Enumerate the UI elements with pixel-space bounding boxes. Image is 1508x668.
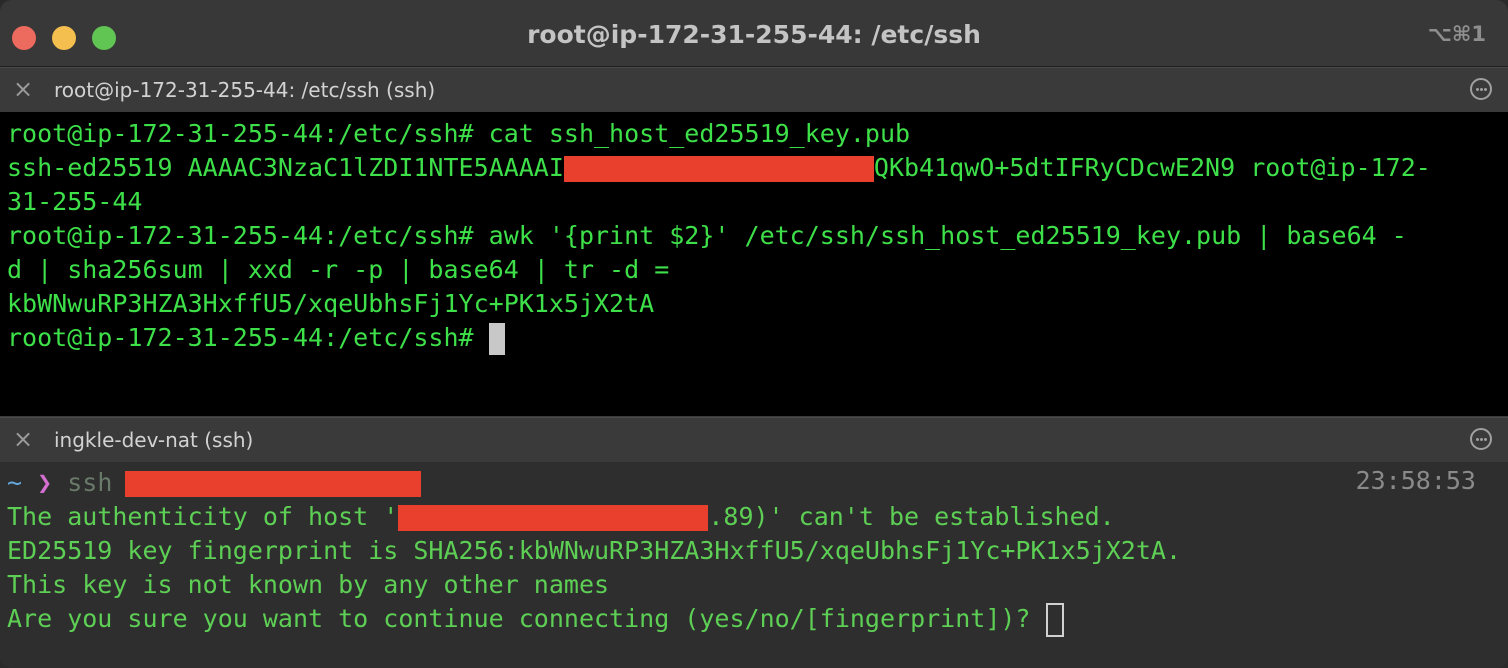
prompt-text: root@ip-172-31-255-44:/etc/ssh# (7, 323, 489, 352)
title-bar: root@ip-172-31-255-44: /etc/ssh ⌥⌘1 (0, 0, 1508, 67)
terminal-pane-top[interactable]: root@ip-172-31-255-44:/etc/ssh# cat ssh_… (0, 112, 1508, 418)
window-shortcut: ⌥⌘1 (1427, 22, 1486, 46)
terminal-line: root@ip-172-31-255-44:/etc/ssh# (7, 321, 505, 355)
window-title: root@ip-172-31-255-44: /etc/ssh (527, 20, 981, 49)
prompt-question: Are you sure you want to continue connec… (7, 604, 1046, 633)
terminal-text: The authenticity of host ' (7, 502, 399, 531)
terminal-line: ssh-ed25519 AAAAC3NzaC1lZDI1NTE5AAAAI QKb… (7, 151, 1431, 185)
text-cursor (488, 323, 505, 355)
close-pane-icon[interactable]: × (12, 427, 34, 451)
terminal-line: The authenticity of host ' .89)' can't be… (7, 500, 1115, 534)
terminal-text: QKb41qwO+5dtIFRyCDcwE2N9 root@ip-172- (873, 153, 1431, 182)
terminal-line: kbWNwuRP3HZA3HxffU5/xqeUbhsFj1Yc+PK1x5jX… (7, 289, 655, 318)
more-options-icon[interactable] (1470, 428, 1492, 450)
terminal-line: root@ip-172-31-255-44:/etc/ssh# cat ssh_… (7, 119, 911, 148)
terminal-text: ssh-ed25519 AAAAC3NzaC1lZDI1NTE5AAAAI (7, 153, 564, 182)
terminal-line: 31-255-44 (7, 187, 143, 216)
close-pane-icon[interactable]: × (12, 77, 34, 101)
terminal-line: ED25519 key fingerprint is SHA256:kbWNwu… (7, 536, 1181, 565)
home-dir-symbol: ~ (7, 468, 23, 497)
pane-title: root@ip-172-31-255-44: /etc/ssh (ssh) (54, 78, 436, 102)
terminal-window: root@ip-172-31-255-44: /etc/ssh ⌥⌘1 × ro… (0, 0, 1508, 668)
redaction-block (563, 156, 874, 182)
terminal-line: This key is not known by any other names (7, 570, 610, 599)
pane-header-bottom[interactable]: × ingkle-dev-nat (ssh) (0, 417, 1508, 463)
terminal-pane-bottom[interactable]: ~ ❯ ssh i 23:58:53 The authenticity of h… (0, 462, 1508, 668)
terminal-line: root@ip-172-31-255-44:/etc/ssh# awk '{pr… (7, 221, 1407, 250)
more-options-icon[interactable] (1470, 78, 1492, 100)
prompt-time: 23:58:53 (1355, 466, 1476, 495)
pane-title: ingkle-dev-nat (ssh) (54, 428, 254, 452)
prompt-line: ~ ❯ ssh i (7, 466, 421, 500)
terminal-line: Are you sure you want to continue connec… (7, 602, 1064, 637)
terminal-text: .89)' can't be established. (708, 502, 1115, 531)
redaction-block (398, 505, 709, 531)
prompt-chevron-icon: ❯ (37, 468, 53, 497)
text-cursor (1045, 603, 1064, 637)
terminal-line: d | sha256sum | xxd -r -p | base64 | tr … (7, 255, 670, 284)
redaction-block (124, 471, 421, 497)
pane-header-top[interactable]: × root@ip-172-31-255-44: /etc/ssh (ssh) (0, 67, 1508, 113)
